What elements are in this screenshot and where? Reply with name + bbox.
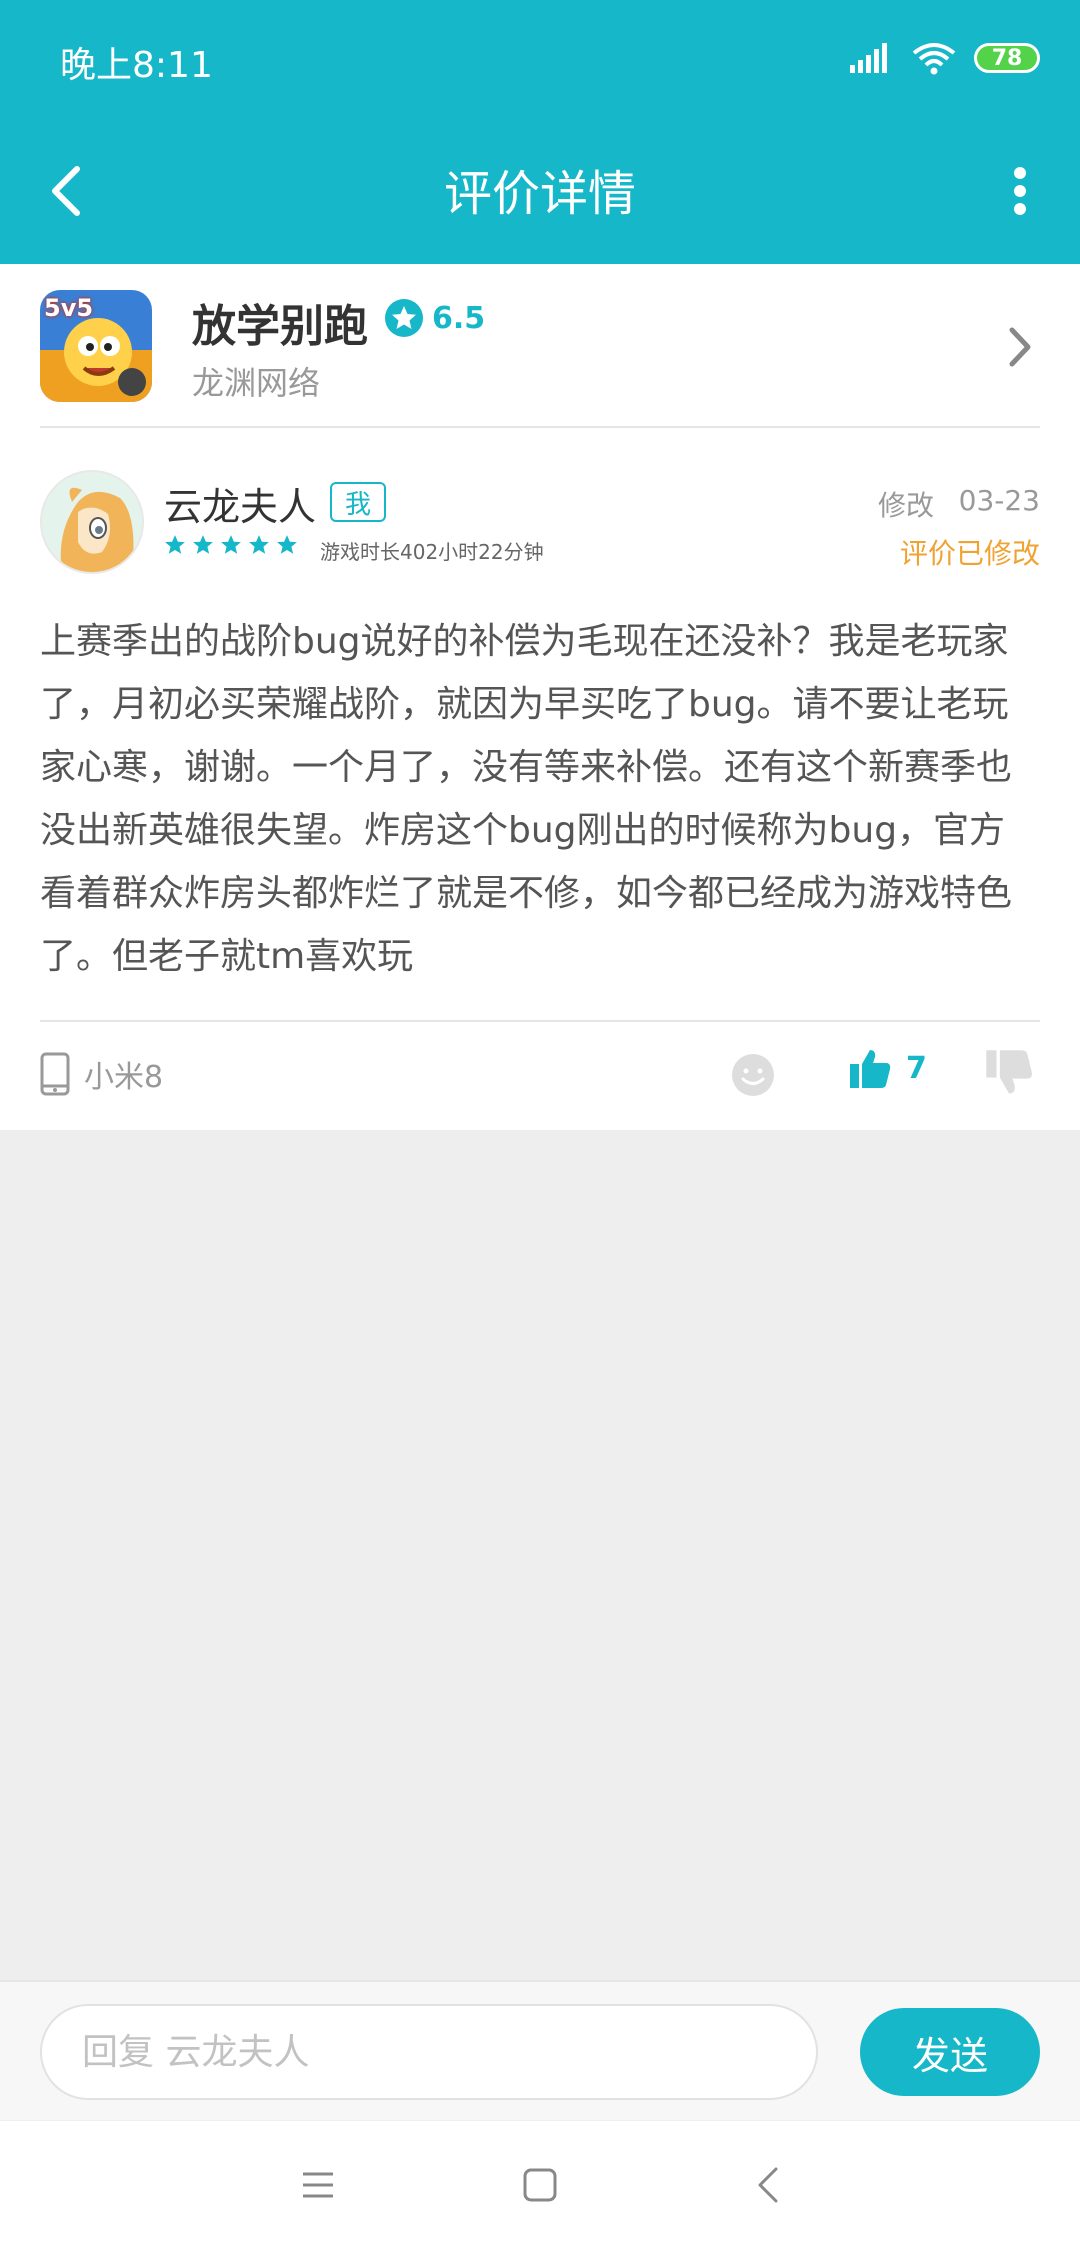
phone-icon	[40, 1052, 70, 1096]
system-nav-bar	[0, 2120, 1080, 2248]
nav-home-button[interactable]	[510, 2155, 570, 2215]
app-name: 放学别跑	[192, 301, 368, 352]
page-title: 评价详情	[443, 166, 636, 222]
star-badge-icon	[385, 299, 423, 337]
edited-note: 评价已修改	[899, 537, 1040, 570]
status-bar: 晚上8:11 78	[0, 0, 1080, 118]
thumbs-up-icon	[850, 1050, 891, 1088]
playtime: 游戏时长402小时22分钟	[320, 540, 544, 564]
send-button[interactable]: 发送	[860, 2008, 1040, 2096]
divider	[40, 426, 1040, 428]
device-name: 小米8	[84, 1060, 164, 1095]
star-icon	[193, 535, 213, 554]
nav-menu-button[interactable]	[288, 2155, 348, 2215]
rating-value: 6.5	[432, 300, 486, 336]
wifi-icon	[912, 43, 956, 75]
reviewer-name: 云龙夫人	[164, 485, 317, 529]
app-icon: 5v5	[40, 290, 152, 402]
more-vertical-icon	[1014, 167, 1026, 215]
nav-back-icon	[758, 2167, 778, 2203]
like-count: 7	[906, 1050, 927, 1086]
more-options-button[interactable]	[990, 154, 1050, 228]
home-square-icon	[523, 2168, 557, 2202]
battery-indicator: 78	[974, 43, 1040, 73]
star-icon	[165, 535, 185, 554]
review-body: 上赛季出的战阶bug说好的补偿为毛现在还没补？我是老玩家了，月初必买荣耀战阶，就…	[40, 621, 1013, 977]
star-icon	[221, 535, 241, 554]
me-badge: 我	[330, 482, 386, 522]
emoji-icon[interactable]	[730, 1052, 776, 1098]
title-bar: 评价详情	[0, 118, 1080, 264]
thumbs-down-icon[interactable]	[984, 1048, 1034, 1098]
edit-review-link[interactable]: 修改	[878, 484, 934, 524]
reply-bar: 发送	[0, 1980, 1080, 2120]
battery-level: 78	[991, 45, 1023, 71]
device-info: 小米8	[40, 1052, 163, 1096]
signal-icon	[850, 43, 887, 73]
avatar[interactable]	[40, 470, 144, 574]
review-card: 5v5 放学别跑 6.5 龙渊网络 云龙夫人 我 游戏时长402小时22分钟 修…	[0, 264, 1080, 1130]
review-date: 03-23	[958, 484, 1040, 517]
app-developer: 龙渊网络	[192, 364, 321, 402]
menu-icon	[303, 2172, 333, 2198]
star-rating	[164, 534, 298, 556]
app-info-row[interactable]: 5v5 放学别跑 6.5 龙渊网络	[0, 264, 1080, 428]
chevron-right-icon	[1009, 327, 1031, 367]
like-button[interactable]: 7	[848, 1046, 927, 1090]
review-actions: 小米8 7	[0, 1022, 1080, 1130]
reply-input[interactable]	[40, 2004, 818, 2100]
status-time: 晚上8:11	[60, 45, 213, 86]
nav-back-button[interactable]	[738, 2155, 798, 2215]
status-icons: 78	[850, 38, 1040, 78]
star-icon	[249, 535, 269, 554]
app-icon-text: 5v5	[44, 294, 94, 322]
app-rating: 6.5	[384, 298, 485, 338]
star-icon	[277, 535, 297, 554]
